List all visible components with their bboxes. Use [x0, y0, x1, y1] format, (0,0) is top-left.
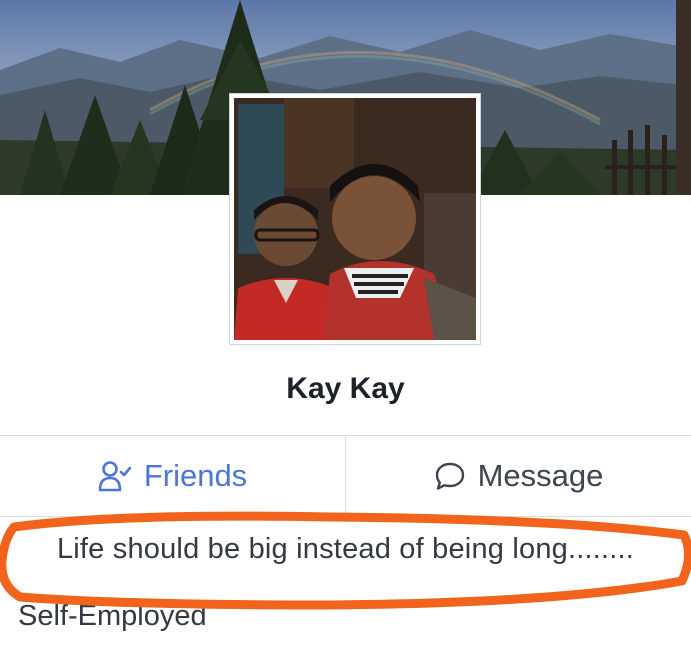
friends-check-icon	[98, 460, 132, 492]
message-button[interactable]: Message	[346, 436, 691, 516]
speech-bubble-icon	[434, 461, 466, 491]
profile-action-bar: Friends Message	[0, 435, 691, 517]
profile-photo-scene	[234, 98, 476, 340]
profile-page: Kay Kay Friends Message Life should be b…	[0, 0, 691, 646]
profile-bio: Life should be big instead of being long…	[56, 533, 635, 565]
profile-name: Kay Kay	[286, 372, 405, 405]
friends-button[interactable]: Friends	[0, 436, 346, 516]
friends-button-label: Friends	[143, 458, 248, 493]
profile-work: Self-Employed	[18, 600, 207, 632]
profile-picture-image	[234, 98, 476, 340]
profile-picture[interactable]	[230, 94, 480, 344]
message-button-label: Message	[477, 458, 604, 493]
